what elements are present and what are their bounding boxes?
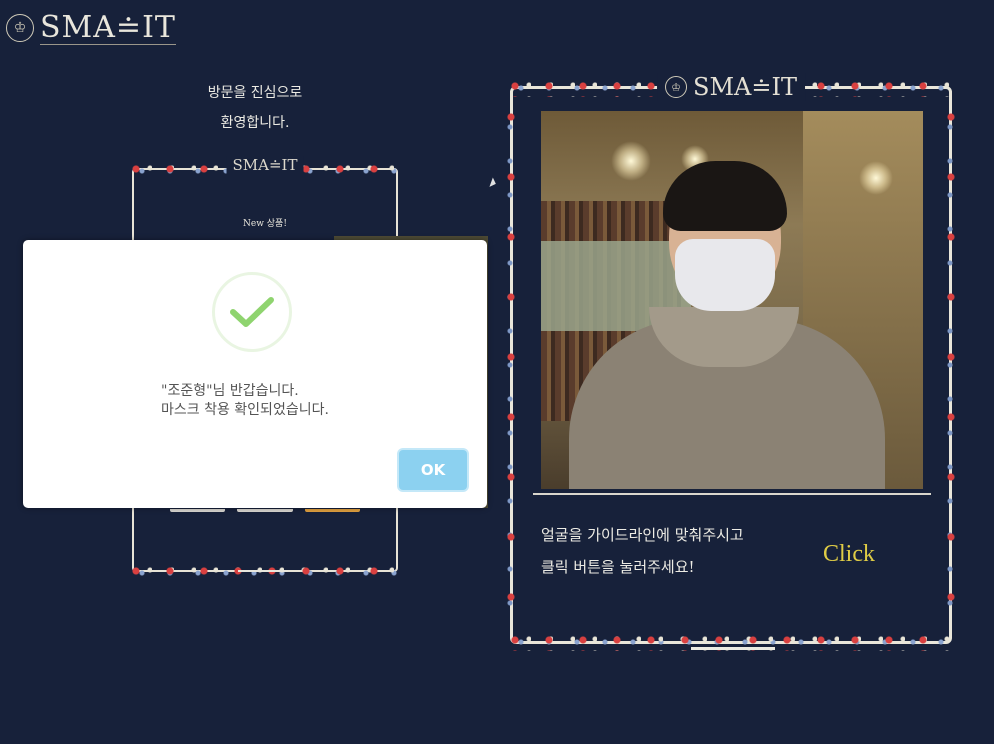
dialog-message: "조준형"님 반갑습니다. 마스크 착용 확인되었습니다. <box>161 383 329 418</box>
vine-decoration <box>945 109 957 621</box>
new-product-label: New 상품! <box>243 219 287 229</box>
frame-logo-text: SMA≐IT <box>693 73 797 101</box>
welcome-line-1: 방문을 진심으로 <box>207 85 303 101</box>
ceiling-light <box>859 161 893 195</box>
guide-line-2: 클릭 버튼을 눌러주세요! <box>541 558 695 576</box>
site-logo[interactable]: ♔ SMA≐IT <box>6 8 176 48</box>
welcome-line-2: 환영합니다. <box>220 115 290 131</box>
frame-logo: ♔ SMA≐IT <box>657 73 805 101</box>
mouse-cursor-icon <box>489 177 498 189</box>
face-mask <box>675 239 775 311</box>
success-dialog: "조준형"님 반갑습니다. 마스크 착용 확인되었습니다. OK <box>23 240 487 508</box>
ok-button[interactable]: OK <box>399 450 467 490</box>
frame-logo: SMA≐IT <box>226 156 304 174</box>
guide-instructions: 얼굴을 가이드라인에 맞춰주시고 클릭 버튼을 눌러주세요! <box>541 519 801 583</box>
person-hair <box>663 161 787 231</box>
crown-crest-icon: ♔ <box>6 14 34 42</box>
vine-decoration <box>505 109 517 621</box>
checkmark-glyph <box>230 297 274 327</box>
crown-crest-icon: ♔ <box>665 76 688 98</box>
ceiling-light <box>611 141 651 181</box>
webcam-feed <box>541 111 923 489</box>
logo-text: SMA≐IT <box>40 10 176 45</box>
frame-divider <box>691 647 775 650</box>
guide-line-1: 얼굴을 가이드라인에 맞춰주시고 <box>541 526 744 544</box>
click-button[interactable]: Click <box>823 541 875 568</box>
camera-frame: ♔ SMA≐IT 얼굴을 가이드라인에 맞춰주시고 클릭 버튼을 눌러주세요! … <box>505 73 957 651</box>
checkmark-icon <box>212 272 292 352</box>
welcome-message: 방문을 진심으로 환영합니다. <box>190 78 320 138</box>
guide-line <box>533 493 931 495</box>
frame-divider <box>238 570 288 572</box>
